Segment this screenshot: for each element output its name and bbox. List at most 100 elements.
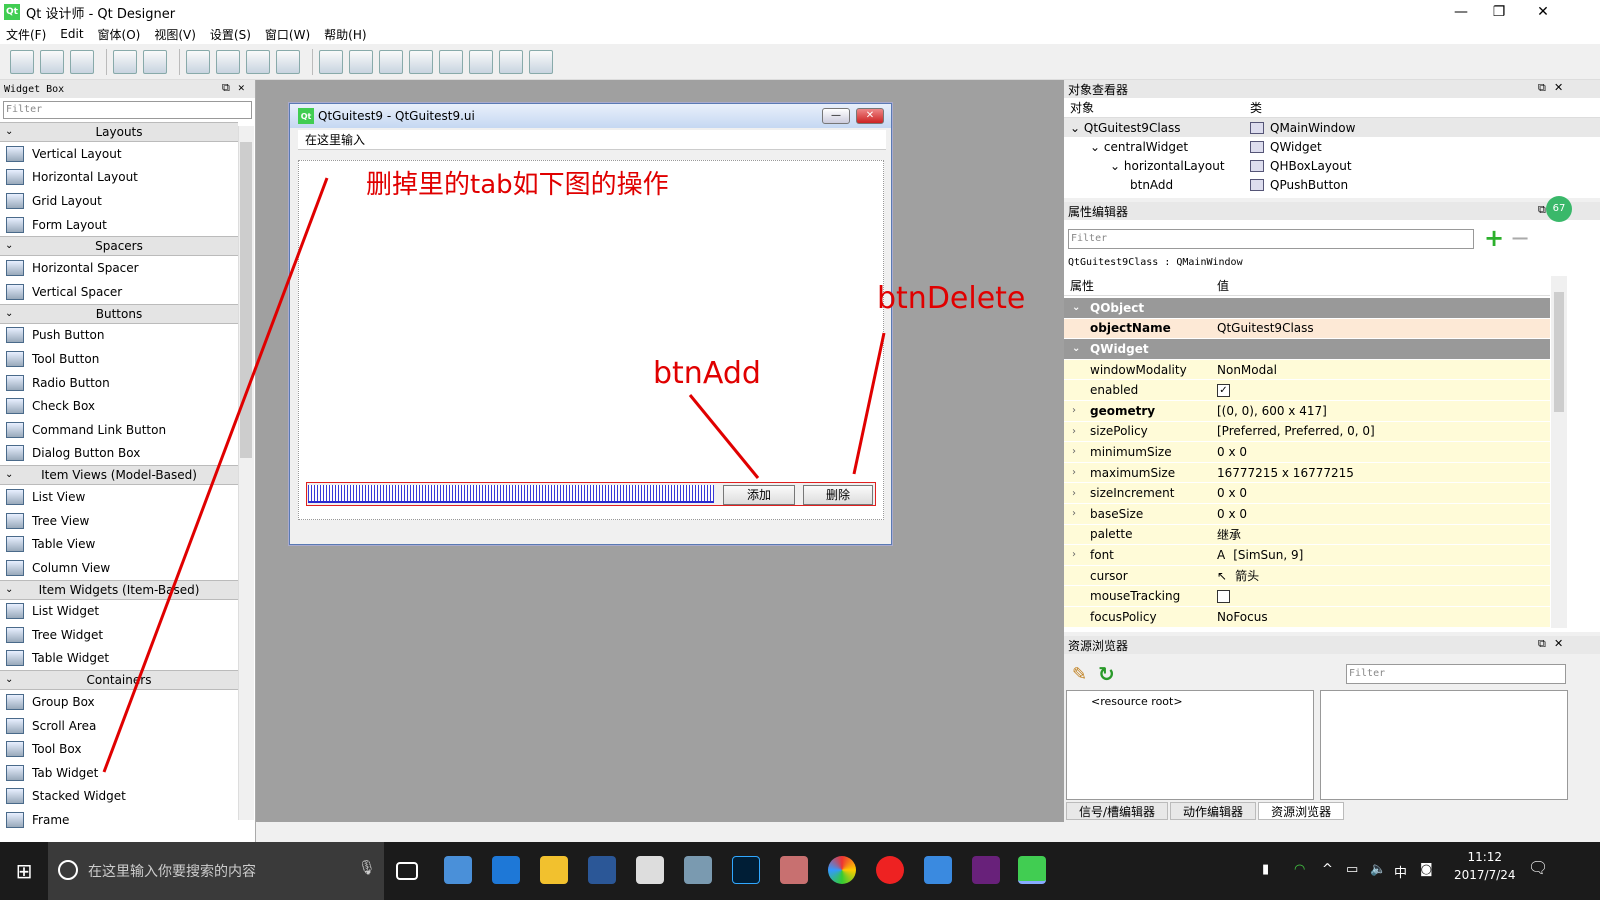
widget-item[interactable]: List Widget (0, 600, 238, 624)
remove-property-icon[interactable]: − (1510, 226, 1530, 250)
network-icon[interactable]: ▭ (1346, 862, 1358, 877)
mail-icon[interactable] (636, 856, 664, 884)
property-row[interactable]: ⌄ QWidget (1064, 339, 1550, 360)
float-icon[interactable]: ⧉ (1538, 203, 1546, 217)
widget-category-header[interactable]: ⌄ Layouts (0, 122, 238, 142)
object-tree-row[interactable]: ⌄ QtGuitest9Class QMainWindow (1064, 118, 1600, 137)
file-explorer-icon[interactable] (540, 856, 568, 884)
checkbox[interactable]: ✓ (1217, 383, 1230, 397)
form-minimize-button[interactable]: — (822, 108, 850, 124)
battery-icon[interactable]: ▮ (1262, 862, 1269, 877)
chevron-right-icon[interactable]: › (1072, 549, 1076, 560)
widget-item[interactable]: Tool Button (0, 347, 238, 371)
btn-delete[interactable]: 删除 (803, 485, 873, 505)
property-value[interactable]: ✓ (1217, 383, 1234, 397)
chevron-down-icon[interactable]: ⌄ (1072, 302, 1080, 313)
property-value[interactable]: 0 x 0 (1217, 507, 1247, 521)
widget-item[interactable]: Tree Widget (0, 623, 238, 647)
widget-item[interactable]: Scroll Area (0, 714, 238, 738)
menu-edit[interactable]: Edit (60, 27, 83, 41)
floating-badge[interactable]: 67 (1546, 196, 1572, 222)
tab-resource-browser[interactable]: 资源浏览器 (1258, 802, 1345, 820)
layout-vertical-icon[interactable] (349, 49, 373, 74)
store-icon[interactable] (588, 856, 616, 884)
microphone-icon[interactable]: 🎙 (358, 860, 376, 876)
widget-item[interactable]: Push Button (0, 324, 238, 348)
property-filter-input[interactable]: Filter (1068, 229, 1474, 249)
widget-category-header[interactable]: ⌄ Buttons (0, 303, 238, 324)
adjust-size-icon[interactable] (529, 49, 553, 74)
edit-buddies-icon[interactable] (246, 49, 270, 74)
edit-signals-icon[interactable] (216, 49, 240, 74)
widget-category-header[interactable]: ⌄ Item Views (Model-Based) (0, 465, 238, 486)
float-icon[interactable]: ⧉ (1538, 81, 1546, 95)
property-value[interactable]: [(0, 0), 600 x 417] (1217, 404, 1327, 418)
expand-icon[interactable]: ⌄ (1090, 140, 1104, 154)
edit-widgets-icon[interactable] (186, 49, 210, 74)
layout-h-splitter-icon[interactable] (379, 49, 403, 74)
widget-item[interactable]: Horizontal Spacer (0, 256, 238, 280)
widget-item[interactable]: Form Layout (0, 213, 238, 237)
restore-button[interactable]: ❐ (1476, 0, 1522, 24)
widget-item[interactable]: Table Widget (0, 647, 238, 671)
property-row[interactable]: › baseSize 0 x 0 (1064, 504, 1550, 525)
task-view-icon[interactable] (396, 862, 418, 880)
close-icon[interactable]: ✕ (1554, 637, 1563, 650)
app-icon[interactable] (828, 856, 856, 884)
menu-window[interactable]: 窗口(W) (265, 26, 310, 43)
property-value[interactable]: QtGuitest9Class (1217, 321, 1314, 335)
widget-item[interactable]: Check Box (0, 394, 238, 418)
menu-help[interactable]: 帮助(H) (324, 26, 366, 43)
edge-icon[interactable] (492, 856, 520, 884)
app-icon[interactable] (444, 856, 472, 884)
clock[interactable]: 11:12 2017/7/24 (1454, 848, 1516, 884)
menu-settings[interactable]: 设置(S) (210, 26, 251, 43)
property-row[interactable]: ⌄ QObject (1064, 298, 1550, 319)
close-button[interactable]: ✕ (1520, 0, 1566, 24)
layout-grid-icon[interactable] (439, 49, 463, 74)
property-row[interactable]: focusPolicy NoFocus (1064, 607, 1550, 628)
horizontal-layout[interactable]: 添加 删除 (306, 482, 876, 506)
app-icon[interactable] (684, 856, 712, 884)
form-menu-placeholder[interactable]: 在这里输入 (298, 130, 886, 150)
new-file-icon[interactable] (10, 49, 34, 74)
taskbar-search[interactable]: 在这里输入你要搜索的内容 🎙 (48, 842, 384, 900)
widget-item[interactable]: Column View (0, 556, 238, 580)
object-tree-row[interactable]: ⌄ horizontalLayout QHBoxLayout (1064, 156, 1600, 175)
property-row[interactable]: › sizePolicy [Preferred, Preferred, 0, 0] (1064, 421, 1550, 443)
layout-v-splitter-icon[interactable] (409, 49, 433, 74)
edit-tab-order-icon[interactable] (276, 49, 300, 74)
widget-item[interactable]: Dialog Button Box (0, 442, 238, 466)
widget-item[interactable]: Horizontal Layout (0, 166, 238, 190)
chevron-down-icon[interactable]: ⌄ (1072, 343, 1080, 354)
chevron-right-icon[interactable]: › (1072, 446, 1076, 457)
menu-file[interactable]: 文件(F) (6, 26, 46, 43)
ime-mode-icon[interactable]: ◙ (1420, 862, 1433, 877)
property-value[interactable]: NonModal (1217, 363, 1277, 377)
expand-icon[interactable]: ⌄ (1110, 159, 1124, 173)
widget-item[interactable]: Tab Widget (0, 761, 238, 785)
object-tree-row[interactable]: btnAdd QPushButton (1064, 175, 1600, 194)
app-icon[interactable] (924, 856, 952, 884)
bring-to-front-icon[interactable] (143, 49, 167, 74)
widget-item[interactable]: Tool Box (0, 737, 238, 761)
checkbox[interactable] (1217, 589, 1230, 603)
widget-item[interactable]: Tree View (0, 509, 238, 533)
ime-indicator[interactable]: 中 (1394, 862, 1407, 881)
widget-item[interactable]: Stacked Widget (0, 785, 238, 809)
qt-designer-taskbar-icon[interactable] (1018, 856, 1046, 884)
property-row[interactable]: › minimumSize 0 x 0 (1064, 442, 1550, 463)
btn-add[interactable]: 添加 (723, 485, 795, 505)
property-row[interactable]: › geometry [(0, 0), 600 x 417] (1064, 401, 1550, 422)
widget-filter-input[interactable]: Filter (3, 101, 252, 119)
property-value[interactable]: A [SimSun, 9] (1217, 548, 1303, 562)
widget-item[interactable]: Command Link Button (0, 418, 238, 442)
property-scroll-thumb[interactable] (1554, 292, 1564, 412)
chevron-up-icon[interactable]: ^ (1322, 862, 1333, 877)
widget-item[interactable]: Frame (0, 808, 238, 832)
resource-tree[interactable]: <resource root> (1066, 690, 1314, 800)
line-edit-field[interactable] (308, 485, 714, 503)
widget-category-header[interactable]: ⌄ Spacers (0, 236, 238, 257)
property-row[interactable]: › maximumSize 16777215 x 16777215 (1064, 462, 1550, 484)
layout-form-icon[interactable] (469, 49, 493, 74)
